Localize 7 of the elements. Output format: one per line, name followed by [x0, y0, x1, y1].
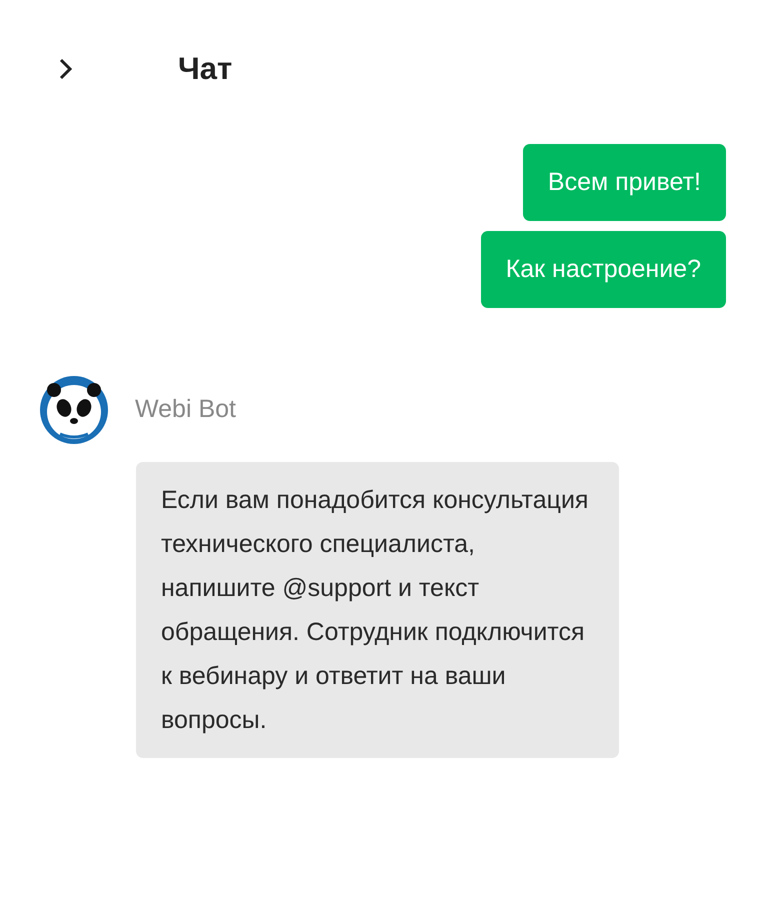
author-name: Webi Bot	[135, 394, 236, 426]
chat-title: Чат	[178, 50, 232, 88]
incoming-message: Если вам понадобится консультация технического специалиста, напишите @support и текст обращения. Сотрудник подключится к вебинару и ответит на ваши вопросы.	[136, 462, 619, 758]
chevron-right-icon	[58, 57, 74, 81]
outgoing-message: Всем привет!	[522, 144, 726, 221]
panda-avatar-icon	[40, 376, 108, 444]
outgoing-message: Как настроение?	[480, 231, 726, 308]
